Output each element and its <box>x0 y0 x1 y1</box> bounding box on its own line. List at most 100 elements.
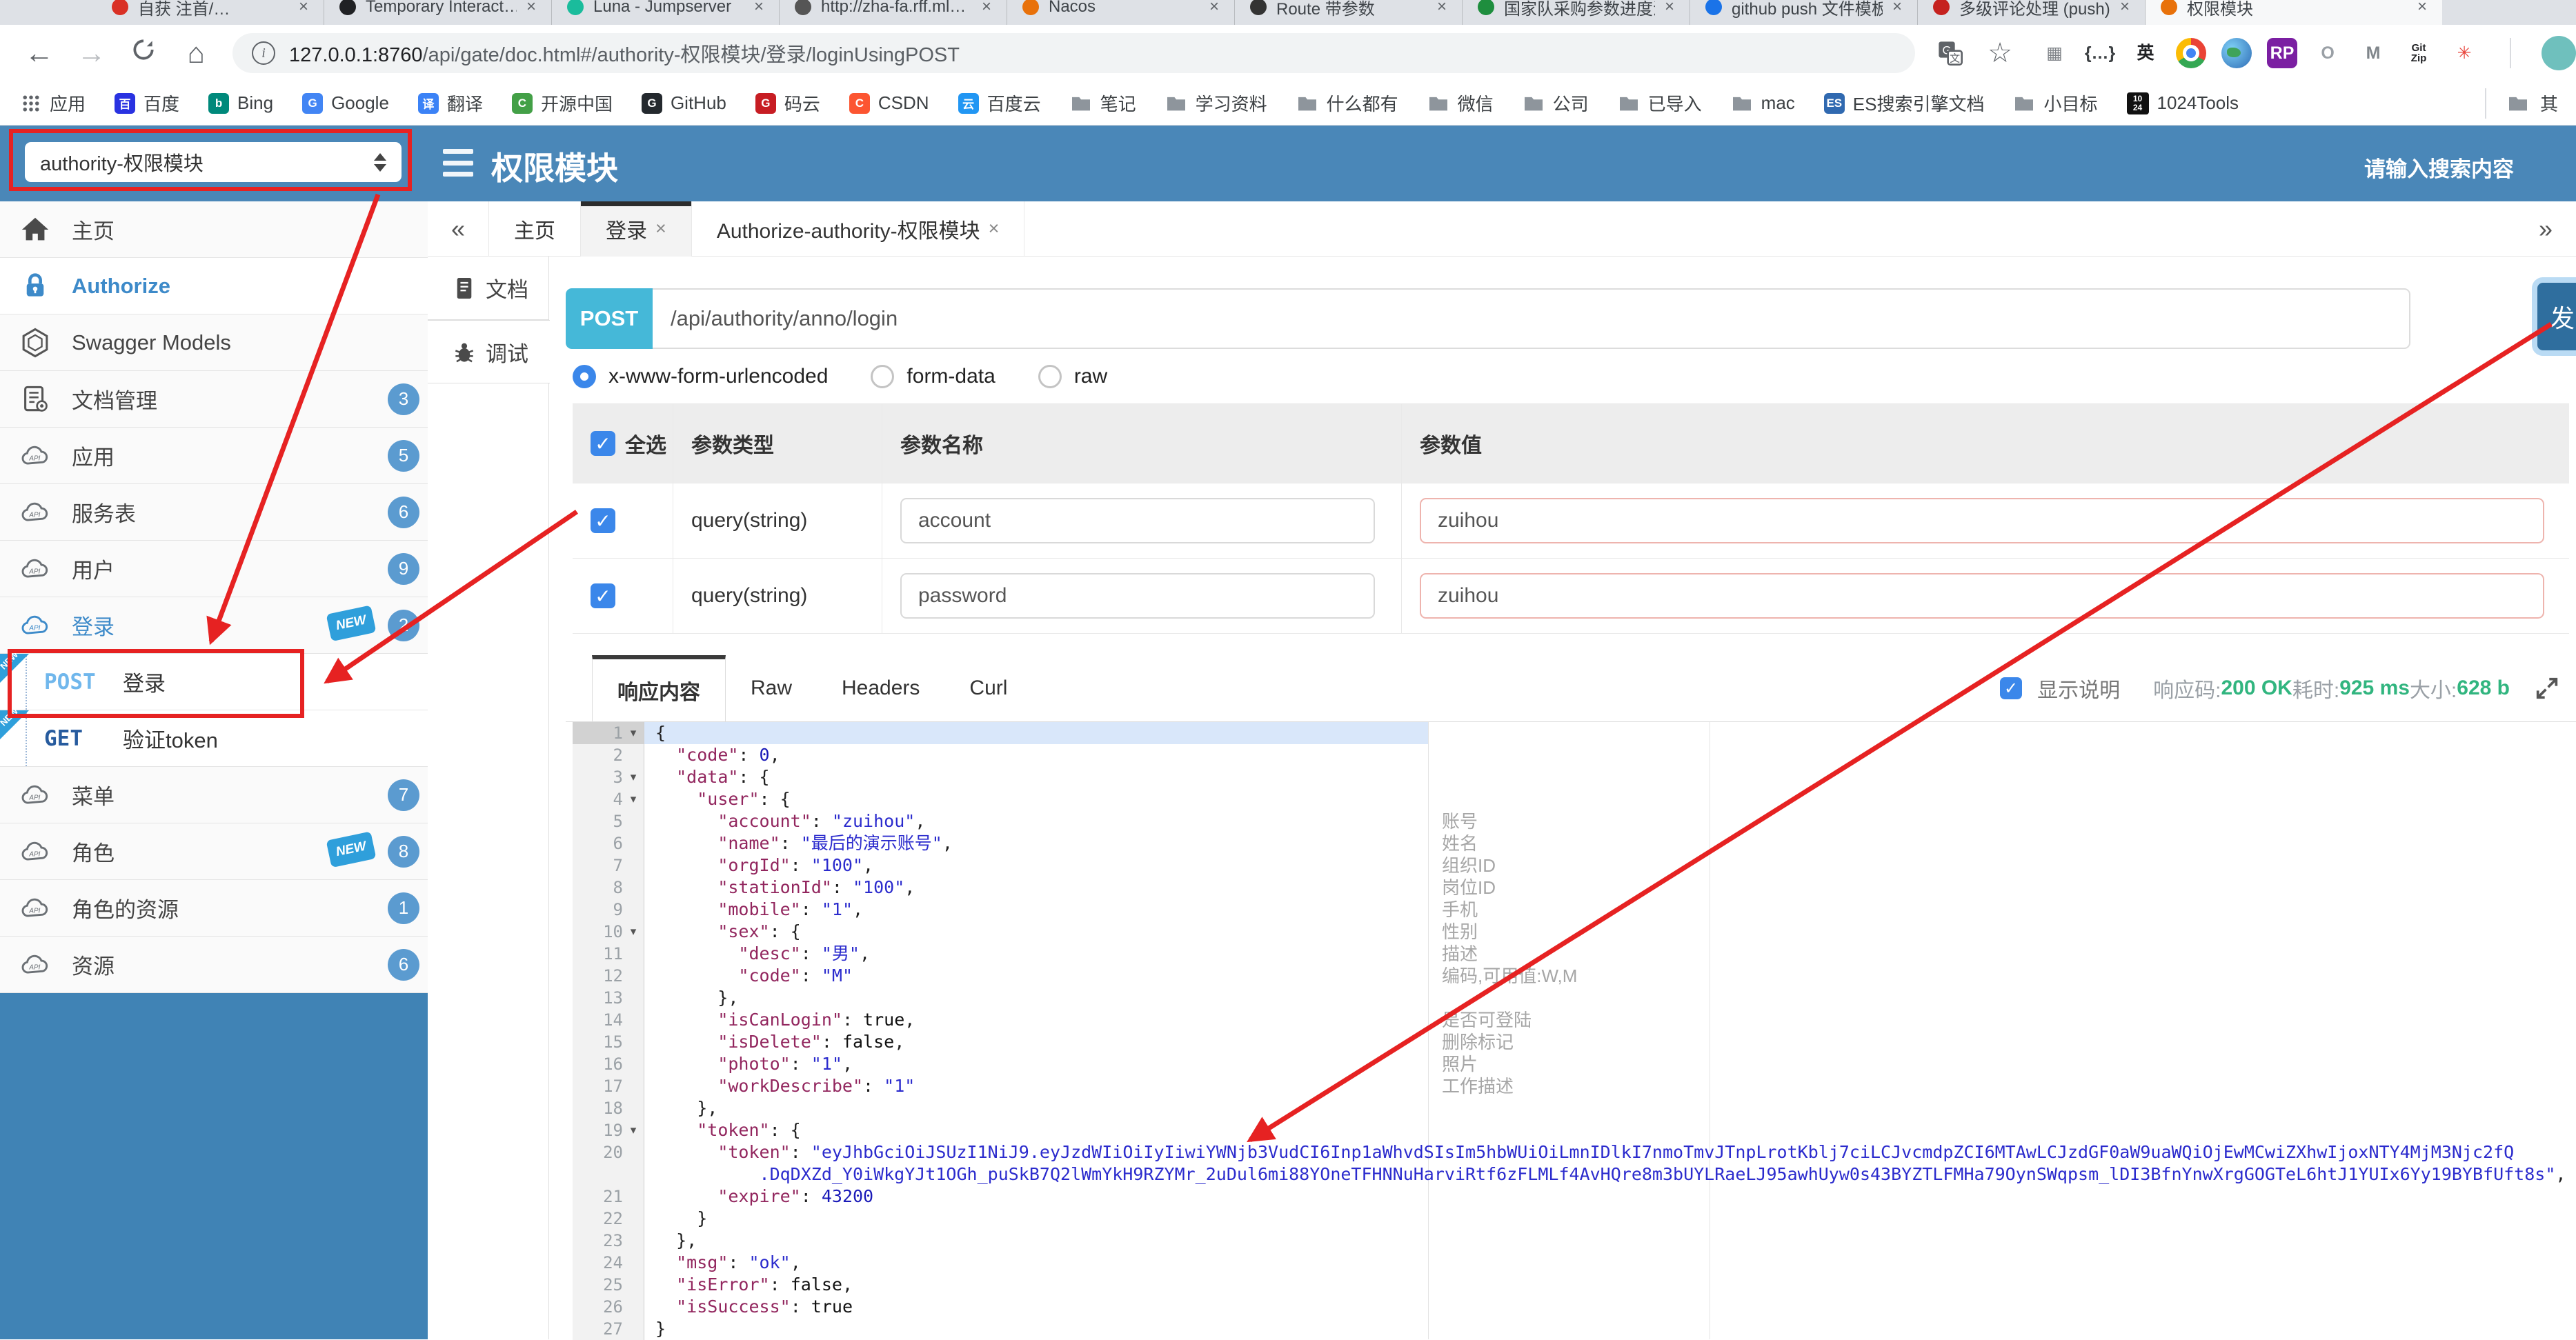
response-tab[interactable]: Headers <box>817 655 944 721</box>
body-type-radio[interactable] <box>1038 365 1062 388</box>
browser-tab[interactable]: Temporary Interact… × <box>324 0 552 25</box>
fold-icon[interactable]: ▾ <box>623 770 644 784</box>
chrome-icon[interactable] <box>2176 38 2207 68</box>
expand-icon[interactable] <box>2533 674 2561 702</box>
tab-close-icon[interactable]: × <box>655 218 666 239</box>
param-value-input[interactable] <box>1420 573 2544 619</box>
browser-tab[interactable]: 权限模块 × <box>2146 0 2442 25</box>
bookmark-item[interactable]: 公司 <box>1523 90 1589 116</box>
sidebar-item[interactable]: API 应用 5 <box>0 428 428 484</box>
sidebar-item[interactable]: API 角色的资源 1 <box>0 880 428 937</box>
browser-tab[interactable]: Luna - Jumpserver × <box>552 0 780 25</box>
tab-close-icon[interactable]: × <box>299 0 308 17</box>
param-value-input[interactable] <box>1420 498 2544 543</box>
sidebar-item[interactable]: API 用户 9 <box>0 541 428 597</box>
profile-avatar[interactable] <box>2541 36 2576 70</box>
tab-close-icon[interactable]: × <box>526 0 536 17</box>
fold-icon[interactable]: ▾ <box>623 1123 644 1137</box>
bookmark-item[interactable]: C 开源中国 <box>511 90 613 116</box>
response-tab[interactable]: Curl <box>944 655 1032 721</box>
bookmark-item[interactable]: 微信 <box>1427 90 1494 116</box>
tab-close-icon[interactable]: × <box>1437 0 1447 17</box>
tab-close-icon[interactable]: × <box>754 0 764 17</box>
tab-close-icon[interactable]: × <box>2120 0 2130 17</box>
bookmark-item[interactable]: 10 24 1024Tools <box>2126 92 2239 114</box>
panel-tab-doc[interactable]: 文档 <box>428 257 548 320</box>
response-tab[interactable]: Raw <box>726 655 817 721</box>
forward-icon[interactable]: → <box>76 37 108 70</box>
bookmark-item[interactable]: 小目标 <box>2013 90 2098 116</box>
gitzip-icon[interactable]: Git Zip <box>2404 38 2434 68</box>
param-name-input[interactable] <box>900 573 1375 619</box>
home-icon[interactable]: ⌂ <box>180 37 212 70</box>
browser-tab[interactable]: Route 带参数 × <box>1235 0 1463 25</box>
ring-icon[interactable]: O <box>2312 38 2343 68</box>
back-icon[interactable]: ← <box>23 37 55 70</box>
param-name-input[interactable] <box>900 498 1375 543</box>
browser-tab[interactable]: 多级评论处理 (push) × <box>1918 0 2146 25</box>
tabs-scroll-right-icon[interactable]: » <box>2515 214 2576 243</box>
hamburger-icon[interactable] <box>443 149 473 177</box>
sidebar-item[interactable]: Swagger Models <box>0 314 428 371</box>
request-path-field[interactable]: /api/authority/anno/login <box>653 288 2410 349</box>
bookmark-item[interactable]: G Google <box>302 92 389 114</box>
browser-tab[interactable]: http://zha-fa.rff.ml… × <box>780 0 1007 25</box>
module-select[interactable]: authority-权限模块 <box>25 142 402 182</box>
tab-close-icon[interactable]: × <box>1665 0 1674 17</box>
rp-icon[interactable]: RP <box>2267 38 2298 68</box>
sidebar-endpoint[interactable]: NEW GET 验证token <box>0 706 428 767</box>
sidebar-item[interactable]: 文档管理 3 <box>0 371 428 428</box>
sidebar-item[interactable]: API 菜单 7 <box>0 767 428 823</box>
translate-en-icon[interactable]: 英 <box>2130 38 2161 68</box>
sidebar-item[interactable]: API 登录 NEW 2 <box>0 597 428 654</box>
browser-tab[interactable]: github push 文件模板 × <box>1690 0 1918 25</box>
bookmark-item[interactable]: 百百度 <box>115 90 179 116</box>
bookmark-item[interactable]: 云百度云 <box>958 90 1041 116</box>
response-json-editor[interactable]: 1 ▾{2 "code": 0, 3 ▾ "data": {4 ▾ "user": {5… <box>573 722 2576 1340</box>
address-bar[interactable]: i 127.0.0.1:8760/api/gate/doc.html#/auth… <box>232 33 1916 73</box>
browser-tab[interactable]: 国家队采购参数进度汇总表 × <box>1463 0 1690 25</box>
param-checkbox[interactable]: ✓ <box>591 583 615 608</box>
m-arrow-icon[interactable]: M <box>2358 38 2388 68</box>
workspace-tab[interactable]: Authorize-authority-权限模块 × <box>692 201 1025 257</box>
translate-icon[interactable]: G文 <box>1936 38 1965 68</box>
workspace-tab[interactable]: 主页 <box>489 201 582 257</box>
fold-icon[interactable]: ▾ <box>623 792 644 806</box>
body-type-radio[interactable] <box>573 365 596 388</box>
tab-close-icon[interactable]: × <box>982 0 991 17</box>
sidebar-item[interactable]: Authorize <box>0 258 428 314</box>
bookmark-item[interactable]: 应用 <box>21 90 86 116</box>
bookmark-item[interactable]: 学习资料 <box>1165 90 1267 116</box>
bookmarks-overflow[interactable]: 其 <box>2475 88 2576 119</box>
fold-icon[interactable]: ▾ <box>623 925 644 939</box>
browser-tab[interactable]: 自获 注首/… × <box>97 0 324 25</box>
info-icon[interactable]: i <box>252 41 275 65</box>
bookmark-item[interactable]: G GitHub <box>641 92 726 114</box>
bookmark-item[interactable]: 已导入 <box>1618 90 1702 116</box>
bookmark-item[interactable]: ES ES搜索引擎文档 <box>1823 90 1984 116</box>
sidebar-item[interactable]: API 角色 NEW 8 <box>0 823 428 880</box>
tabs-scroll-left-icon[interactable]: « <box>428 214 488 243</box>
reload-icon[interactable] <box>128 37 160 70</box>
sidebar-item[interactable]: 主页 <box>0 201 428 258</box>
bookmark-item[interactable]: 笔记 <box>1070 90 1136 116</box>
browser-tab[interactable]: Nacos × <box>1007 0 1235 25</box>
asterisk-icon[interactable]: ✳ <box>2449 38 2479 68</box>
search-placeholder[interactable]: 请输入搜索内容 <box>2364 152 2514 183</box>
param-checkbox[interactable]: ✓ <box>591 508 615 533</box>
bookmark-item[interactable]: 译翻译 <box>417 90 483 116</box>
bookmark-item[interactable]: C CSDN <box>849 92 929 114</box>
sidebar-endpoint[interactable]: NEW POST 登录 <box>0 649 428 710</box>
grid-icon[interactable]: ▦ <box>2039 38 2070 68</box>
bookmark-item[interactable]: G 码云 <box>755 90 820 116</box>
response-tab[interactable]: 响应内容 <box>592 655 726 721</box>
bookmark-star-icon[interactable]: ☆ <box>1985 38 2014 68</box>
tab-close-icon[interactable]: × <box>1209 0 1219 17</box>
send-button[interactable]: 发 <box>2537 283 2576 350</box>
bookmark-item[interactable]: 什么都有 <box>1296 90 1398 116</box>
bookmark-item[interactable]: b Bing <box>208 92 273 114</box>
panel-tab-debug[interactable]: 调试 <box>428 320 550 383</box>
workspace-tab[interactable]: 登录 × <box>581 201 692 257</box>
braces-icon[interactable]: {…} <box>2085 38 2115 68</box>
sidebar-item[interactable]: API 服务表 6 <box>0 484 428 541</box>
